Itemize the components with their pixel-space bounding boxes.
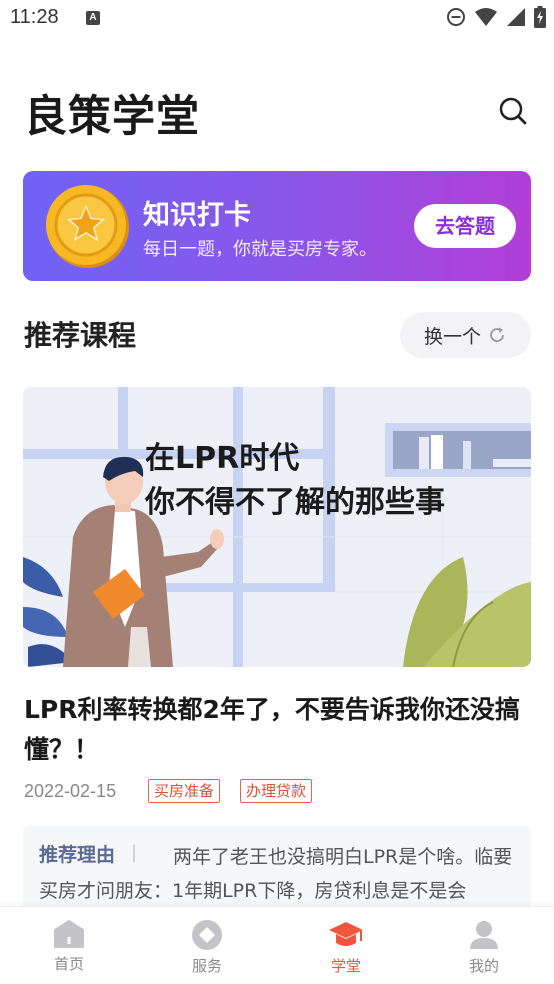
course-tag: 办理贷款 (240, 779, 313, 803)
gold-star-coin-icon (46, 185, 129, 268)
nav-item-school[interactable]: 学堂 (301, 919, 391, 976)
separator: | (131, 842, 138, 863)
course-tag: 买房准备 (148, 779, 221, 803)
banner-title: 知识打卡 (143, 200, 251, 231)
course-title[interactable]: LPR利率转换都2年了，不要告诉我你还没搞懂？！ (24, 690, 524, 770)
graduation-cap-icon (329, 922, 363, 946)
refresh-course-button[interactable]: 换一个 (400, 312, 531, 358)
status-time: 11:28 (10, 6, 59, 28)
recommend-reason-box: 两年了老王也没搞明白LPR是个啥。临要买房才问朋友：1年期LPR下降，房贷利息是… (23, 826, 531, 916)
recommend-reason-label: 推荐理由 (39, 844, 116, 866)
cover-text-line1: 在LPR时代 (145, 441, 300, 476)
battery-charging-icon (534, 6, 546, 28)
wifi-icon (475, 8, 497, 26)
refresh-label: 换一个 (423, 325, 481, 348)
bottom-nav: 首页 服务 学堂 我的 (0, 906, 554, 984)
section-title: 推荐课程 (24, 319, 137, 352)
person-icon (470, 921, 498, 949)
course-illustration (23, 387, 531, 667)
banner-subtitle: 每日一题，你就是买房专家。 (143, 239, 377, 260)
status-icons (446, 6, 546, 28)
course-date: 2022-02-15 (24, 781, 117, 801)
go-answer-button[interactable]: 去答题 (414, 204, 516, 248)
search-button[interactable] (498, 96, 528, 126)
nav-item-service[interactable]: 服务 (162, 919, 252, 976)
search-icon (499, 97, 527, 125)
status-bar: 11:28 A (0, 0, 554, 38)
nav-item-mine[interactable]: 我的 (439, 919, 529, 976)
nav-label: 我的 (468, 957, 499, 975)
page-title: 良策学堂 (24, 92, 200, 142)
signal-icon (507, 8, 525, 26)
nav-label: 首页 (53, 955, 84, 973)
course-cover-image[interactable] (23, 387, 531, 667)
service-icon (192, 920, 222, 950)
dnd-icon (447, 8, 465, 26)
nav-label: 学堂 (330, 957, 361, 975)
cover-text-line2: 你不得不了解的那些事 (145, 485, 445, 520)
a-notification-icon: A (86, 11, 100, 25)
nav-item-home[interactable]: 首页 (24, 919, 114, 974)
nav-label: 服务 (191, 957, 222, 975)
home-icon (54, 920, 84, 948)
refresh-icon (490, 327, 504, 342)
daily-quiz-banner[interactable]: 知识打卡 每日一题，你就是买房专家。 去答题 (23, 171, 531, 281)
